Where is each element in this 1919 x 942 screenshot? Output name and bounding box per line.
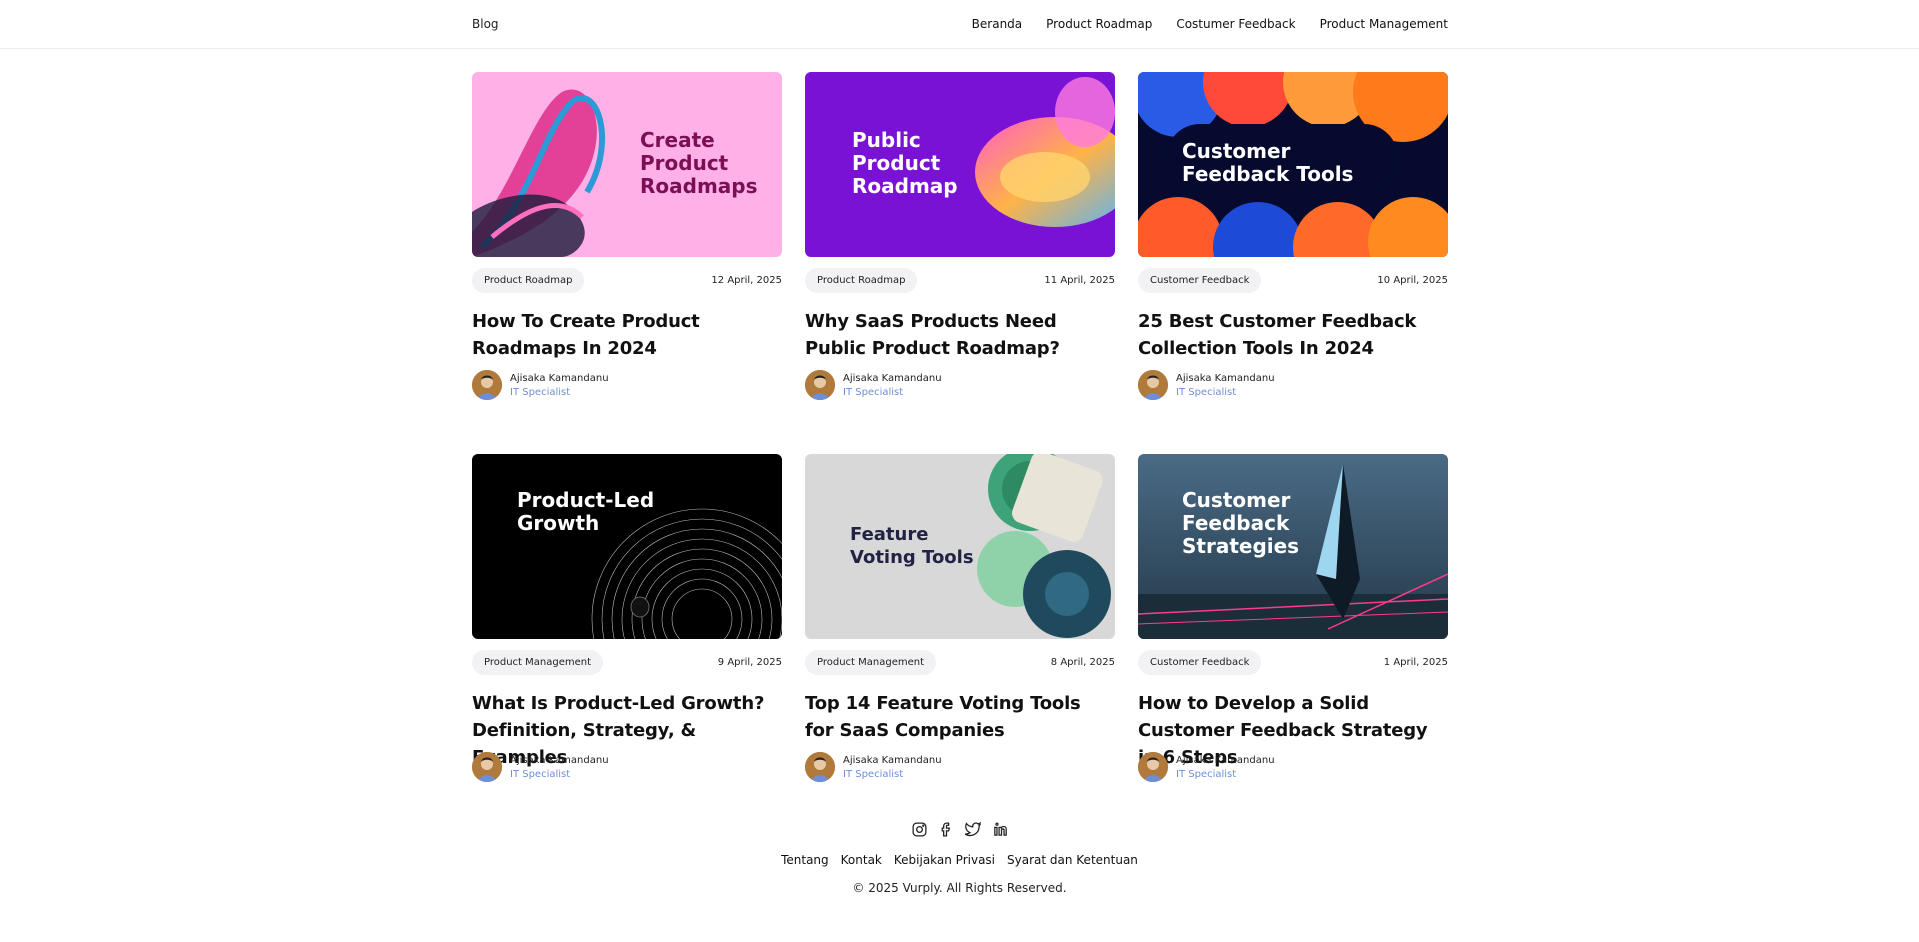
post-meta: Product Roadmap 12 April, 2025	[472, 265, 782, 295]
post-meta: Product Management 8 April, 2025	[805, 647, 1115, 677]
author-role: IT Specialist	[510, 768, 571, 780]
top-navbar: Blog Beranda Product Roadmap Costumer Fe…	[0, 0, 1919, 49]
author-name: Ajisaka Kamandanu	[510, 372, 609, 384]
nav-link-product-roadmap[interactable]: Product Roadmap	[1046, 17, 1152, 31]
post-grid: Create Product Roadmaps Product Roadmap …	[472, 72, 1448, 786]
author-name: Ajisaka Kamandanu	[1176, 754, 1275, 766]
author-text: Ajisaka Kamandanu IT Specialist	[843, 373, 942, 398]
thumbnail-title: Feature Voting Tools	[850, 524, 974, 568]
post-thumbnail[interactable]: Customer Feedback Strategies	[1138, 454, 1448, 639]
category-chip[interactable]: Customer Feedback	[1138, 649, 1262, 675]
post-card[interactable]: Product-Led Growth Product Management 9 …	[472, 454, 782, 786]
author-block: Ajisaka Kamandanu IT Specialist	[472, 370, 782, 400]
category-chip[interactable]: Product Management	[472, 649, 604, 675]
author-role: IT Specialist	[510, 386, 571, 398]
post-meta: Product Roadmap 11 April, 2025	[805, 265, 1115, 295]
post-title[interactable]: Top 14 Feature Voting Tools for SaaS Com…	[805, 690, 1115, 744]
category-chip[interactable]: Product Management	[805, 649, 937, 675]
author-name: Ajisaka Kamandanu	[1176, 372, 1275, 384]
linkedin-icon[interactable]	[992, 821, 1009, 838]
nav-link-beranda[interactable]: Beranda	[972, 17, 1022, 31]
post-card[interactable]: Customer Feedback Tools Customer Feedbac…	[1138, 72, 1448, 404]
post-meta: Customer Feedback 10 April, 2025	[1138, 265, 1448, 295]
post-thumbnail[interactable]: Public Product Roadmap	[805, 72, 1115, 257]
author-role: IT Specialist	[843, 386, 904, 398]
thumbnail-title: Product-Led Growth	[517, 488, 655, 535]
author-role: IT Specialist	[1176, 768, 1237, 780]
author-name: Ajisaka Kamandanu	[843, 754, 942, 766]
post-card[interactable]: Feature Voting Tools Product Management …	[805, 454, 1115, 786]
avatar	[805, 752, 835, 782]
author-text: Ajisaka Kamandanu IT Specialist	[843, 755, 942, 780]
nav-link-costumer-feedback[interactable]: Costumer Feedback	[1176, 17, 1295, 31]
author-block: Ajisaka Kamandanu IT Specialist	[805, 752, 1115, 782]
post-thumbnail[interactable]: Customer Feedback Tools	[1138, 72, 1448, 257]
instagram-icon[interactable]	[911, 821, 928, 838]
twitter-icon[interactable]	[964, 821, 982, 838]
author-name: Ajisaka Kamandanu	[510, 754, 609, 766]
thumbnail-title: Create Product Roadmaps	[640, 128, 758, 198]
post-date: 11 April, 2025	[1044, 274, 1115, 286]
author-block: Ajisaka Kamandanu IT Specialist	[805, 370, 1115, 400]
avatar	[805, 370, 835, 400]
post-date: 12 April, 2025	[711, 274, 782, 286]
post-date: 10 April, 2025	[1377, 274, 1448, 286]
footer-link-kontak[interactable]: Kontak	[841, 853, 882, 867]
author-name: Ajisaka Kamandanu	[843, 372, 942, 384]
author-text: Ajisaka Kamandanu IT Specialist	[1176, 373, 1275, 398]
site-footer: Tentang Kontak Kebijakan Privasi Syarat …	[0, 821, 1919, 895]
author-role: IT Specialist	[1176, 386, 1237, 398]
avatar	[472, 370, 502, 400]
author-block: Ajisaka Kamandanu IT Specialist	[472, 752, 782, 782]
footer-link-tentang[interactable]: Tentang	[781, 853, 829, 867]
author-text: Ajisaka Kamandanu IT Specialist	[510, 373, 609, 398]
brand-link[interactable]: Blog	[472, 17, 499, 31]
post-title[interactable]: How To Create Product Roadmaps In 2024	[472, 308, 782, 362]
post-title[interactable]: Why SaaS Products Need Public Product Ro…	[805, 308, 1115, 362]
post-date: 8 April, 2025	[1050, 656, 1115, 668]
main-nav: Beranda Product Roadmap Costumer Feedbac…	[972, 17, 1448, 31]
thumbnail-title: Public Product Roadmap	[852, 128, 958, 198]
footer-link-kebijakan-privasi[interactable]: Kebijakan Privasi	[894, 853, 995, 867]
author-block: Ajisaka Kamandanu IT Specialist	[1138, 752, 1448, 782]
social-links	[0, 821, 1919, 838]
post-thumbnail[interactable]: Feature Voting Tools	[805, 454, 1115, 639]
post-title[interactable]: How to Develop a Solid Customer Feedback…	[1138, 690, 1448, 768]
avatar	[1138, 370, 1168, 400]
post-card[interactable]: Create Product Roadmaps Product Roadmap …	[472, 72, 782, 404]
thumbnail-title: Customer Feedback Tools	[1182, 139, 1354, 186]
category-chip[interactable]: Customer Feedback	[1138, 267, 1262, 293]
category-chip[interactable]: Product Roadmap	[805, 267, 918, 293]
post-meta: Customer Feedback 1 April, 2025	[1138, 647, 1448, 677]
author-role: IT Specialist	[843, 768, 904, 780]
author-text: Ajisaka Kamandanu IT Specialist	[510, 755, 609, 780]
footer-links: Tentang Kontak Kebijakan Privasi Syarat …	[0, 853, 1919, 867]
facebook-icon[interactable]	[938, 821, 955, 838]
post-card[interactable]: Customer Feedback Strategies Customer Fe…	[1138, 454, 1448, 786]
post-date: 9 April, 2025	[717, 656, 782, 668]
author-text: Ajisaka Kamandanu IT Specialist	[1176, 755, 1275, 780]
post-thumbnail[interactable]: Product-Led Growth	[472, 454, 782, 639]
post-card[interactable]: Public Product Roadmap Product Roadmap 1…	[805, 72, 1115, 404]
avatar	[472, 752, 502, 782]
copyright: © 2025 Vurply. All Rights Reserved.	[852, 881, 1067, 895]
navbar-inner: Blog Beranda Product Roadmap Costumer Fe…	[472, 0, 1448, 48]
avatar	[1138, 752, 1168, 782]
post-thumbnail[interactable]: Create Product Roadmaps	[472, 72, 782, 257]
post-date: 1 April, 2025	[1383, 656, 1448, 668]
footer-link-syarat-ketentuan[interactable]: Syarat dan Ketentuan	[1007, 853, 1138, 867]
thumbnail-title: Customer Feedback Strategies	[1182, 488, 1300, 558]
post-meta: Product Management 9 April, 2025	[472, 647, 782, 677]
post-title[interactable]: What Is Product-Led Growth? Definition, …	[472, 690, 782, 768]
nav-link-product-management[interactable]: Product Management	[1320, 17, 1448, 31]
category-chip[interactable]: Product Roadmap	[472, 267, 585, 293]
post-title[interactable]: 25 Best Customer Feedback Collection Too…	[1138, 308, 1448, 362]
author-block: Ajisaka Kamandanu IT Specialist	[1138, 370, 1448, 400]
